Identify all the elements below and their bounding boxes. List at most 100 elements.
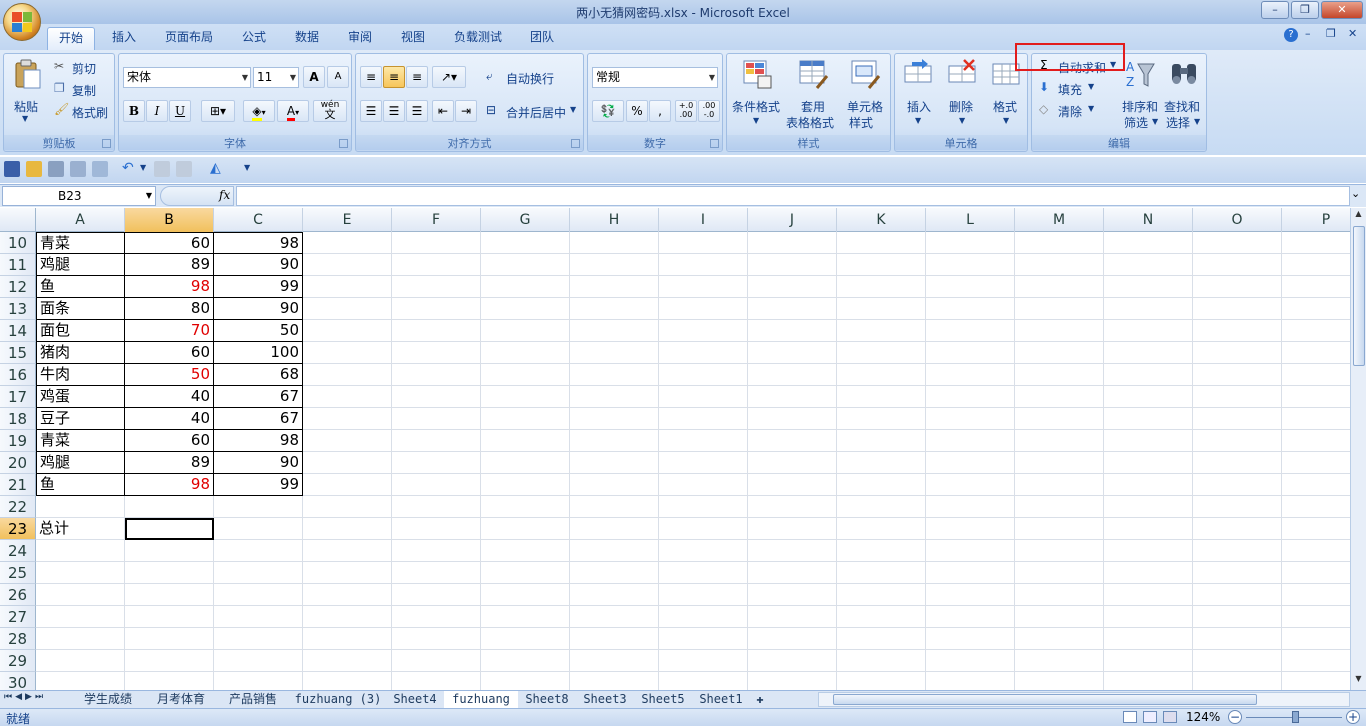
grid-cell[interactable]: [481, 606, 570, 628]
grid-cell[interactable]: [837, 408, 926, 430]
conditional-format-button[interactable]: 条件格式 ▼: [729, 56, 785, 132]
grid-cell[interactable]: [303, 386, 392, 408]
grid-cell[interactable]: [125, 540, 214, 562]
cell-value-c[interactable]: 99: [214, 474, 303, 496]
decrease-indent-button[interactable]: ⇤: [432, 100, 454, 122]
grid-cell[interactable]: [659, 650, 748, 672]
grid-cell[interactable]: [1015, 650, 1104, 672]
grid-cell[interactable]: [1193, 496, 1282, 518]
grid-cell[interactable]: [926, 408, 1015, 430]
sort-filter-button[interactable]: A Z 排序和 筛选 ▼: [1120, 56, 1162, 132]
grid-cell[interactable]: [214, 650, 303, 672]
grid-cell[interactable]: [1282, 606, 1350, 628]
cell-value-b[interactable]: 98: [125, 276, 214, 298]
grid-cell[interactable]: [1282, 320, 1350, 342]
grid-cell[interactable]: [214, 584, 303, 606]
paste-button[interactable]: 粘贴 ▼: [8, 58, 46, 130]
formula-input[interactable]: [236, 186, 1350, 206]
cell-item-name[interactable]: 豆子: [36, 408, 125, 430]
row-header[interactable]: 13: [0, 298, 36, 320]
grid-cell[interactable]: [1104, 254, 1193, 276]
grid-cell[interactable]: [659, 628, 748, 650]
grid-cell[interactable]: [481, 518, 570, 540]
grid-cell[interactable]: [1282, 628, 1350, 650]
grid-cell[interactable]: [837, 496, 926, 518]
grid-cell[interactable]: [1282, 496, 1350, 518]
grid-cell[interactable]: [570, 342, 659, 364]
grid-cell[interactable]: [1282, 298, 1350, 320]
grid-cell[interactable]: [1282, 430, 1350, 452]
select-all-corner[interactable]: [0, 208, 36, 232]
col-header-o[interactable]: O: [1193, 208, 1282, 232]
grid-cell[interactable]: [392, 276, 481, 298]
grid-cell[interactable]: [392, 408, 481, 430]
grid-cell[interactable]: [303, 628, 392, 650]
underline-button[interactable]: U: [169, 100, 191, 122]
cell-value-c[interactable]: 50: [214, 320, 303, 342]
grid-cell[interactable]: [570, 540, 659, 562]
grid-cell[interactable]: [481, 430, 570, 452]
cell-styles-button[interactable]: 单元格 样式: [841, 56, 889, 132]
grid-cell[interactable]: [748, 386, 837, 408]
grid-cell[interactable]: [125, 628, 214, 650]
cell-value-c[interactable]: 98: [214, 232, 303, 254]
grid-cell[interactable]: [1193, 430, 1282, 452]
grid-cell[interactable]: [481, 232, 570, 254]
cell-item-name[interactable]: 鱼: [36, 474, 125, 496]
restore-button[interactable]: ❐: [1291, 1, 1319, 19]
grid-cell[interactable]: [1015, 540, 1104, 562]
dialog-launcher-icon[interactable]: [571, 139, 580, 148]
grid-cell[interactable]: [36, 496, 125, 518]
grid-cell[interactable]: [1104, 276, 1193, 298]
grid-cell[interactable]: [926, 298, 1015, 320]
grid-cell[interactable]: [1104, 540, 1193, 562]
grid-cell[interactable]: [748, 584, 837, 606]
grid-cell[interactable]: [1015, 584, 1104, 606]
grid-cell[interactable]: [481, 672, 570, 690]
grid-cell[interactable]: [1104, 364, 1193, 386]
customize-toolbar-icon[interactable]: ▼: [244, 163, 250, 172]
grid-cell[interactable]: [303, 298, 392, 320]
grid-cell[interactable]: [481, 254, 570, 276]
grid-cell[interactable]: [1104, 584, 1193, 606]
total-label-cell[interactable]: 总计: [36, 518, 125, 540]
grid-cell[interactable]: [926, 562, 1015, 584]
grid-cell[interactable]: [481, 628, 570, 650]
page-layout-view-icon[interactable]: [1143, 711, 1157, 723]
cell-value-c[interactable]: 67: [214, 408, 303, 430]
dialog-launcher-icon[interactable]: [339, 139, 348, 148]
grid-cell[interactable]: [748, 474, 837, 496]
grid-cell[interactable]: [36, 540, 125, 562]
tab-home[interactable]: 开始: [47, 27, 95, 50]
grid-cell[interactable]: [303, 474, 392, 496]
grid-cell[interactable]: [570, 628, 659, 650]
grid-cell[interactable]: [837, 386, 926, 408]
grid-cell[interactable]: [1015, 474, 1104, 496]
tab-insert[interactable]: 插入: [103, 27, 145, 50]
row-header[interactable]: 16: [0, 364, 36, 386]
grid-cell[interactable]: [214, 672, 303, 690]
grid-cell[interactable]: [748, 672, 837, 690]
scroll-up-icon[interactable]: ▲: [1352, 209, 1365, 223]
zoom-in-icon[interactable]: +: [1346, 710, 1360, 724]
grid-cell[interactable]: [1104, 430, 1193, 452]
grid-cell[interactable]: [659, 606, 748, 628]
grid-cell[interactable]: [837, 232, 926, 254]
grid-cell[interactable]: [748, 364, 837, 386]
grid-cell[interactable]: [837, 672, 926, 690]
grid-cell[interactable]: [303, 276, 392, 298]
grid-cell[interactable]: [837, 540, 926, 562]
cell-item-name[interactable]: 鸡腿: [36, 452, 125, 474]
grid-cell[interactable]: [392, 606, 481, 628]
italic-button[interactable]: I: [146, 100, 168, 122]
grid-cell[interactable]: [837, 298, 926, 320]
grow-font-button[interactable]: A: [303, 66, 325, 88]
grid-cell[interactable]: [1282, 540, 1350, 562]
grid-cell[interactable]: [1015, 276, 1104, 298]
grid-cell[interactable]: [481, 650, 570, 672]
clear-button[interactable]: ◇ 清除 ▼: [1036, 100, 1098, 120]
grid-cell[interactable]: [1282, 672, 1350, 690]
ribbon-minimize-icon[interactable]: –: [1305, 27, 1311, 40]
grid-cell[interactable]: [1193, 628, 1282, 650]
ribbon-close-icon[interactable]: ✕: [1348, 27, 1357, 40]
